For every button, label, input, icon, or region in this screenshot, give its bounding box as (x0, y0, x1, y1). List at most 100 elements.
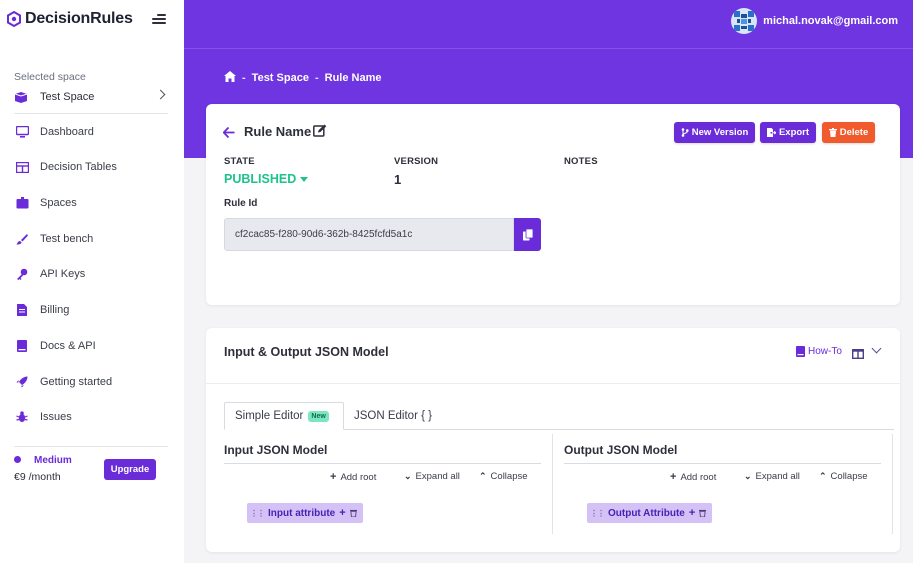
edit-icon[interactable] (313, 124, 327, 142)
plus-icon: + (330, 471, 337, 483)
sidebar-item-getting-started[interactable]: Getting started (14, 372, 174, 392)
input-collapse-button[interactable]: ⌃ Collapse (479, 471, 528, 482)
drag-handle-icon[interactable]: ⋮⋮ (590, 509, 605, 518)
bug-icon (14, 411, 30, 423)
book-icon (796, 346, 805, 357)
column-underline (224, 463, 541, 464)
delete-button[interactable]: Delete (822, 122, 875, 143)
sidebar-item-dashboard[interactable]: Dashboard (14, 122, 174, 142)
action-label: Add root (340, 471, 377, 483)
action-label: Expand all (755, 471, 800, 482)
selected-space-label: Selected space (14, 71, 86, 83)
columns-icon[interactable] (851, 346, 865, 364)
book-icon (14, 340, 30, 352)
tab-simple-editor[interactable]: Simple Editor New (224, 402, 344, 430)
output-model-title: Output JSON Model (564, 443, 678, 457)
chevrons-down-icon: ⌄ (744, 471, 752, 481)
state-label: STATE (224, 156, 255, 167)
version-value: 1 (394, 172, 402, 187)
howto-link[interactable]: How-To (796, 346, 842, 357)
input-add-root-button[interactable]: + Add root (330, 471, 376, 483)
output-collapse-button[interactable]: ⌃ Collapse (819, 471, 868, 482)
column-separator (552, 434, 553, 534)
sidebar-item-label: Billing (40, 304, 70, 316)
sidebar-item-docs[interactable]: Docs & API (14, 336, 174, 356)
delete-label: Delete (839, 127, 869, 138)
attribute-label: Output Attribute (608, 507, 685, 519)
upgrade-button[interactable]: Upgrade (104, 459, 156, 480)
trash-icon[interactable] (349, 509, 357, 517)
invoice-icon (14, 304, 30, 316)
sidebar-item-label: Test bench (40, 233, 94, 245)
input-expand-all-button[interactable]: ⌄ Expand all (404, 471, 460, 482)
plus-icon[interactable]: + (339, 507, 345, 519)
branch-icon (681, 128, 689, 137)
brush-icon (14, 233, 30, 245)
plus-icon: + (670, 471, 677, 483)
plan-name: Medium (34, 455, 72, 466)
copy-icon (522, 228, 533, 240)
sidebar-item-test-bench[interactable]: Test bench (14, 229, 174, 249)
user-menu[interactable]: michal.novak@gmail.com (731, 8, 898, 34)
table-icon (14, 161, 30, 173)
input-attribute-chip[interactable]: ⋮⋮ Input attribute + (247, 503, 363, 523)
sidebar-item-label: Docs & API (40, 340, 96, 352)
home-icon[interactable] (224, 71, 236, 85)
top-bar: michal.novak@gmail.com (184, 0, 913, 48)
output-attribute-chip[interactable]: ⋮⋮ Output Attribute + (587, 503, 713, 523)
output-expand-all-button[interactable]: ⌄ Expand all (744, 471, 800, 482)
sidebar-item-api-keys[interactable]: API Keys (14, 264, 174, 284)
column-underline (564, 463, 881, 464)
tab-json-editor[interactable]: JSON Editor { } (344, 402, 447, 430)
export-label: Export (778, 127, 810, 138)
notes-label: NOTES (564, 156, 598, 167)
state-dropdown[interactable]: PUBLISHED (224, 172, 309, 186)
menu-toggle-icon[interactable] (150, 12, 166, 26)
new-badge: New (308, 410, 329, 422)
back-arrow-icon[interactable] (222, 125, 235, 143)
caret-down-icon (300, 177, 309, 182)
state-value: PUBLISHED (224, 172, 297, 186)
sidebar: DecisionRules Selected space Test Space … (0, 0, 184, 563)
copy-button[interactable] (514, 218, 541, 251)
sidebar-item-label: API Keys (40, 268, 86, 280)
space-name: Test Space (40, 91, 95, 103)
howto-label: How-To (808, 346, 842, 357)
key-icon (14, 268, 30, 280)
action-label: Collapse (830, 471, 868, 482)
trash-icon[interactable] (699, 509, 707, 517)
tab-label: Simple Editor (235, 410, 304, 422)
action-label: Collapse (490, 471, 528, 482)
sidebar-item-decision-tables[interactable]: Decision Tables (14, 157, 174, 177)
output-add-root-button[interactable]: + Add root (670, 471, 716, 483)
sidebar-divider (14, 113, 168, 114)
sidebar-item-label: Getting started (40, 376, 113, 388)
rule-id-field[interactable]: cf2cac85-f280-90d6-362b-8425fcfd5a1c (224, 218, 514, 251)
breadcrumb-space[interactable]: Test Space (252, 72, 309, 84)
sidebar-item-label: Issues (40, 411, 72, 423)
new-version-button[interactable]: New Version (674, 122, 755, 143)
chevron-down-icon[interactable] (871, 343, 882, 354)
sidebar-divider (14, 446, 168, 447)
rule-card: Rule Name New Version Export Delete STAT… (206, 104, 900, 305)
brand[interactable]: DecisionRules (6, 10, 133, 28)
avatar (731, 8, 758, 34)
sidebar-item-spaces[interactable]: Spaces (14, 193, 174, 213)
sidebar-item-billing[interactable]: Billing (14, 300, 174, 320)
column-separator (892, 434, 893, 534)
breadcrumb-separator: - (314, 72, 319, 84)
chevrons-up-icon: ⌃ (479, 471, 487, 481)
chevrons-up-icon: ⌃ (819, 471, 827, 481)
drag-handle-icon[interactable]: ⋮⋮ (250, 509, 265, 518)
monitor-icon (14, 126, 30, 138)
rule-id-label: Rule Id (224, 198, 258, 209)
space-selector[interactable]: Test Space (14, 87, 168, 107)
plus-icon[interactable]: + (689, 507, 695, 519)
export-button[interactable]: Export (760, 122, 816, 143)
json-model-card: Input & Output JSON Model How-To Simple … (206, 328, 900, 552)
chevrons-down-icon: ⌄ (404, 471, 412, 481)
tabs-underline (429, 429, 894, 430)
sidebar-item-issues[interactable]: Issues (14, 407, 174, 427)
tab-label: JSON Editor { } (354, 409, 432, 422)
action-label: Expand all (415, 471, 460, 482)
